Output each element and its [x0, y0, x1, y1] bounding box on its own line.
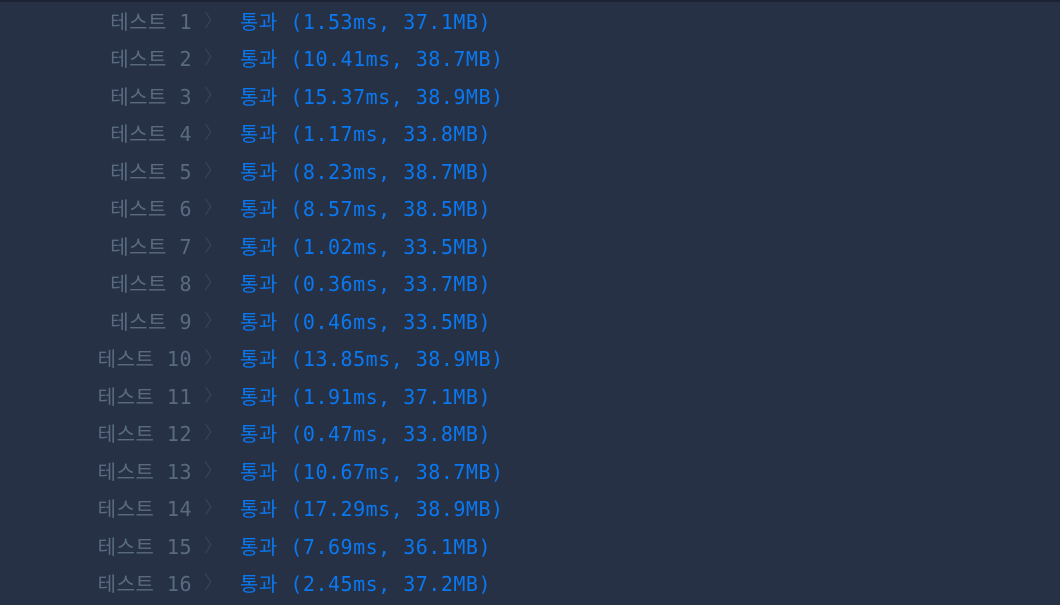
chevron-right-icon: 〉 [204, 11, 223, 32]
test-label: 테스트 11 [97, 385, 192, 409]
pass-status: 통과 [240, 535, 278, 559]
pass-status: 통과 [240, 497, 278, 521]
chevron-right-icon: 〉 [204, 423, 223, 444]
result-detail: (1.17ms, 33.8MB) [290, 122, 492, 146]
test-result: 통과 (1.02ms, 33.5MB) [240, 232, 491, 262]
chevron-right-icon: 〉 [204, 311, 223, 332]
pass-status: 통과 [240, 310, 278, 334]
chevron-right-icon: 〉 [204, 198, 223, 219]
test-label: 테스트 12 [97, 422, 192, 446]
chevron-right-icon: 〉 [204, 273, 223, 294]
test-result-row: 테스트 1 〉 통과 (1.53ms, 37.1MB) [0, 7, 1060, 37]
pass-status: 통과 [240, 10, 278, 34]
test-result-row: 테스트 15 〉 통과 (7.69ms, 36.1MB) [0, 532, 1060, 562]
test-result-row: 테스트 4 〉 통과 (1.17ms, 33.8MB) [0, 119, 1060, 149]
chevron-right-icon: 〉 [204, 86, 223, 107]
pass-status: 통과 [240, 460, 278, 484]
test-label: 테스트 4 [110, 122, 192, 146]
test-result-row: 테스트 13 〉 통과 (10.67ms, 38.7MB) [0, 457, 1060, 487]
test-result: 통과 (8.23ms, 38.7MB) [240, 157, 491, 187]
test-label: 테스트 10 [97, 347, 192, 371]
test-result: 통과 (10.41ms, 38.7MB) [240, 44, 504, 74]
test-result: 통과 (10.67ms, 38.7MB) [240, 457, 504, 487]
chevron-right-icon: 〉 [204, 498, 223, 519]
pass-status: 통과 [240, 197, 278, 221]
result-detail: (10.67ms, 38.7MB) [290, 460, 504, 484]
chevron-right-icon: 〉 [204, 236, 223, 257]
chevron-right-icon: 〉 [204, 348, 223, 369]
result-detail: (0.47ms, 33.8MB) [290, 422, 492, 446]
pass-status: 통과 [240, 47, 278, 71]
chevron-right-icon: 〉 [204, 573, 223, 594]
chevron-right-icon: 〉 [204, 536, 223, 557]
test-result-row: 테스트 2 〉 통과 (10.41ms, 38.7MB) [0, 44, 1060, 74]
test-result-row: 테스트 7 〉 통과 (1.02ms, 33.5MB) [0, 232, 1060, 262]
test-label: 테스트 14 [97, 497, 192, 521]
test-label: 테스트 16 [97, 572, 192, 596]
test-result-row: 테스트 12 〉 통과 (0.47ms, 33.8MB) [0, 419, 1060, 449]
test-result: 통과 (1.91ms, 37.1MB) [240, 382, 491, 412]
test-result: 통과 (0.46ms, 33.5MB) [240, 307, 491, 337]
test-label: 테스트 8 [110, 272, 192, 296]
test-results-panel: 테스트 1 〉 통과 (1.53ms, 37.1MB) 테스트 2 〉 통과 (10.4… [0, 0, 1060, 605]
test-result-row: 테스트 10 〉 통과 (13.85ms, 38.9MB) [0, 344, 1060, 374]
test-result-row: 테스트 8 〉 통과 (0.36ms, 33.7MB) [0, 269, 1060, 299]
test-result-row: 테스트 5 〉 통과 (8.23ms, 38.7MB) [0, 157, 1060, 187]
test-label: 테스트 3 [110, 85, 192, 109]
test-result: 통과 (1.53ms, 37.1MB) [240, 7, 491, 37]
test-result: 통과 (8.57ms, 38.5MB) [240, 194, 491, 224]
test-label: 테스트 9 [110, 310, 192, 334]
test-result: 통과 (13.85ms, 38.9MB) [240, 344, 504, 374]
chevron-right-icon: 〉 [204, 161, 223, 182]
test-result-row: 테스트 14 〉 통과 (17.29ms, 38.9MB) [0, 494, 1060, 524]
test-result: 통과 (2.45ms, 37.2MB) [240, 569, 491, 599]
test-result-row: 테스트 6 〉 통과 (8.57ms, 38.5MB) [0, 194, 1060, 224]
test-result-row: 테스트 16 〉 통과 (2.45ms, 37.2MB) [0, 569, 1060, 599]
pass-status: 통과 [240, 272, 278, 296]
result-detail: (1.02ms, 33.5MB) [290, 235, 492, 259]
result-detail: (2.45ms, 37.2MB) [290, 572, 492, 596]
test-label: 테스트 7 [110, 235, 192, 259]
test-result-row: 테스트 9 〉 통과 (0.46ms, 33.5MB) [0, 307, 1060, 337]
chevron-right-icon: 〉 [204, 48, 223, 69]
test-label: 테스트 5 [110, 160, 192, 184]
pass-status: 통과 [240, 122, 278, 146]
result-detail: (1.53ms, 37.1MB) [290, 10, 492, 34]
test-label: 테스트 1 [110, 10, 192, 34]
pass-status: 통과 [240, 572, 278, 596]
chevron-right-icon: 〉 [204, 386, 223, 407]
result-detail: (8.57ms, 38.5MB) [290, 197, 492, 221]
result-detail: (0.36ms, 33.7MB) [290, 272, 492, 296]
test-label: 테스트 6 [110, 197, 192, 221]
test-result-row: 테스트 3 〉 통과 (15.37ms, 38.9MB) [0, 82, 1060, 112]
test-result: 통과 (1.17ms, 33.8MB) [240, 119, 491, 149]
test-label: 테스트 2 [110, 47, 192, 71]
result-detail: (8.23ms, 38.7MB) [290, 160, 492, 184]
test-result: 통과 (7.69ms, 36.1MB) [240, 532, 491, 562]
result-detail: (10.41ms, 38.7MB) [290, 47, 504, 71]
pass-status: 통과 [240, 422, 278, 446]
result-detail: (17.29ms, 38.9MB) [290, 497, 504, 521]
pass-status: 통과 [240, 85, 278, 109]
pass-status: 통과 [240, 347, 278, 371]
test-result: 통과 (17.29ms, 38.9MB) [240, 494, 504, 524]
pass-status: 통과 [240, 160, 278, 184]
result-detail: (13.85ms, 38.9MB) [290, 347, 504, 371]
pass-status: 통과 [240, 385, 278, 409]
test-label: 테스트 13 [97, 460, 192, 484]
result-detail: (7.69ms, 36.1MB) [290, 535, 492, 559]
result-detail: (1.91ms, 37.1MB) [290, 385, 492, 409]
test-result-row: 테스트 11 〉 통과 (1.91ms, 37.1MB) [0, 382, 1060, 412]
result-detail: (0.46ms, 33.5MB) [290, 310, 492, 334]
test-label: 테스트 15 [97, 535, 192, 559]
chevron-right-icon: 〉 [204, 461, 223, 482]
test-result: 통과 (0.36ms, 33.7MB) [240, 269, 491, 299]
pass-status: 통과 [240, 235, 278, 259]
test-result: 통과 (15.37ms, 38.9MB) [240, 82, 504, 112]
result-detail: (15.37ms, 38.9MB) [290, 85, 504, 109]
test-result: 통과 (0.47ms, 33.8MB) [240, 419, 491, 449]
chevron-right-icon: 〉 [204, 123, 223, 144]
